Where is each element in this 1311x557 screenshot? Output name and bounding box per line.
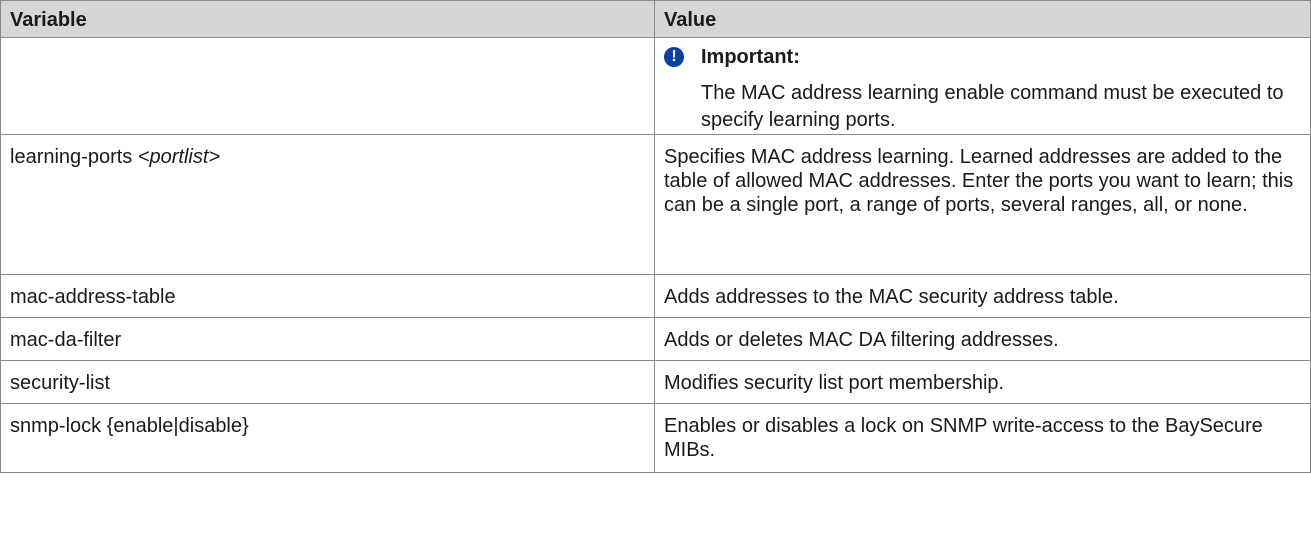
table-row: snmp-lock {enable|disable} Enables or di… xyxy=(0,403,1311,473)
table-row: mac-da-filter Adds or deletes MAC DA fil… xyxy=(0,317,1311,361)
value-cell: Modifies security list port membership. xyxy=(654,360,1311,404)
value-cell: Adds addresses to the MAC security addre… xyxy=(654,274,1311,318)
value-cell: Specifies MAC address learning. Learned … xyxy=(654,134,1311,275)
important-note-header: ! Important: xyxy=(664,44,1301,70)
variable-cell: security-list xyxy=(0,360,655,404)
table-row: mac-address-table Adds addresses to the … xyxy=(0,274,1311,318)
variable-cell: learning-ports <portlist> xyxy=(0,134,655,275)
important-note-cell: ! Important: The MAC address learning en… xyxy=(654,37,1311,135)
important-label: Important: xyxy=(701,46,800,68)
header-value: Value xyxy=(654,0,1311,38)
important-note-text: The MAC address learning enable command … xyxy=(701,82,1284,131)
variable-argument: <portlist> xyxy=(137,146,221,168)
value-cell: Enables or disables a lock on SNMP write… xyxy=(654,403,1311,473)
important-icon: ! xyxy=(664,47,684,67)
variable-cell: snmp-lock {enable|disable} xyxy=(0,403,655,473)
parameter-table: Variable Value ! Important: The MAC addr… xyxy=(0,0,1311,473)
table-row: learning-ports <portlist> Specifies MAC … xyxy=(0,134,1311,275)
variable-cell: mac-address-table xyxy=(0,274,655,318)
variable-name: learning-ports xyxy=(10,146,138,168)
table-row: ! Important: The MAC address learning en… xyxy=(0,37,1311,135)
header-row: Variable Value xyxy=(0,0,1311,38)
table-row: security-list Modifies security list por… xyxy=(0,360,1311,404)
variable-cell: mac-da-filter xyxy=(0,317,655,361)
header-variable: Variable xyxy=(0,0,655,38)
value-cell: Adds or deletes MAC DA filtering address… xyxy=(654,317,1311,361)
variable-cell-empty xyxy=(0,37,655,135)
